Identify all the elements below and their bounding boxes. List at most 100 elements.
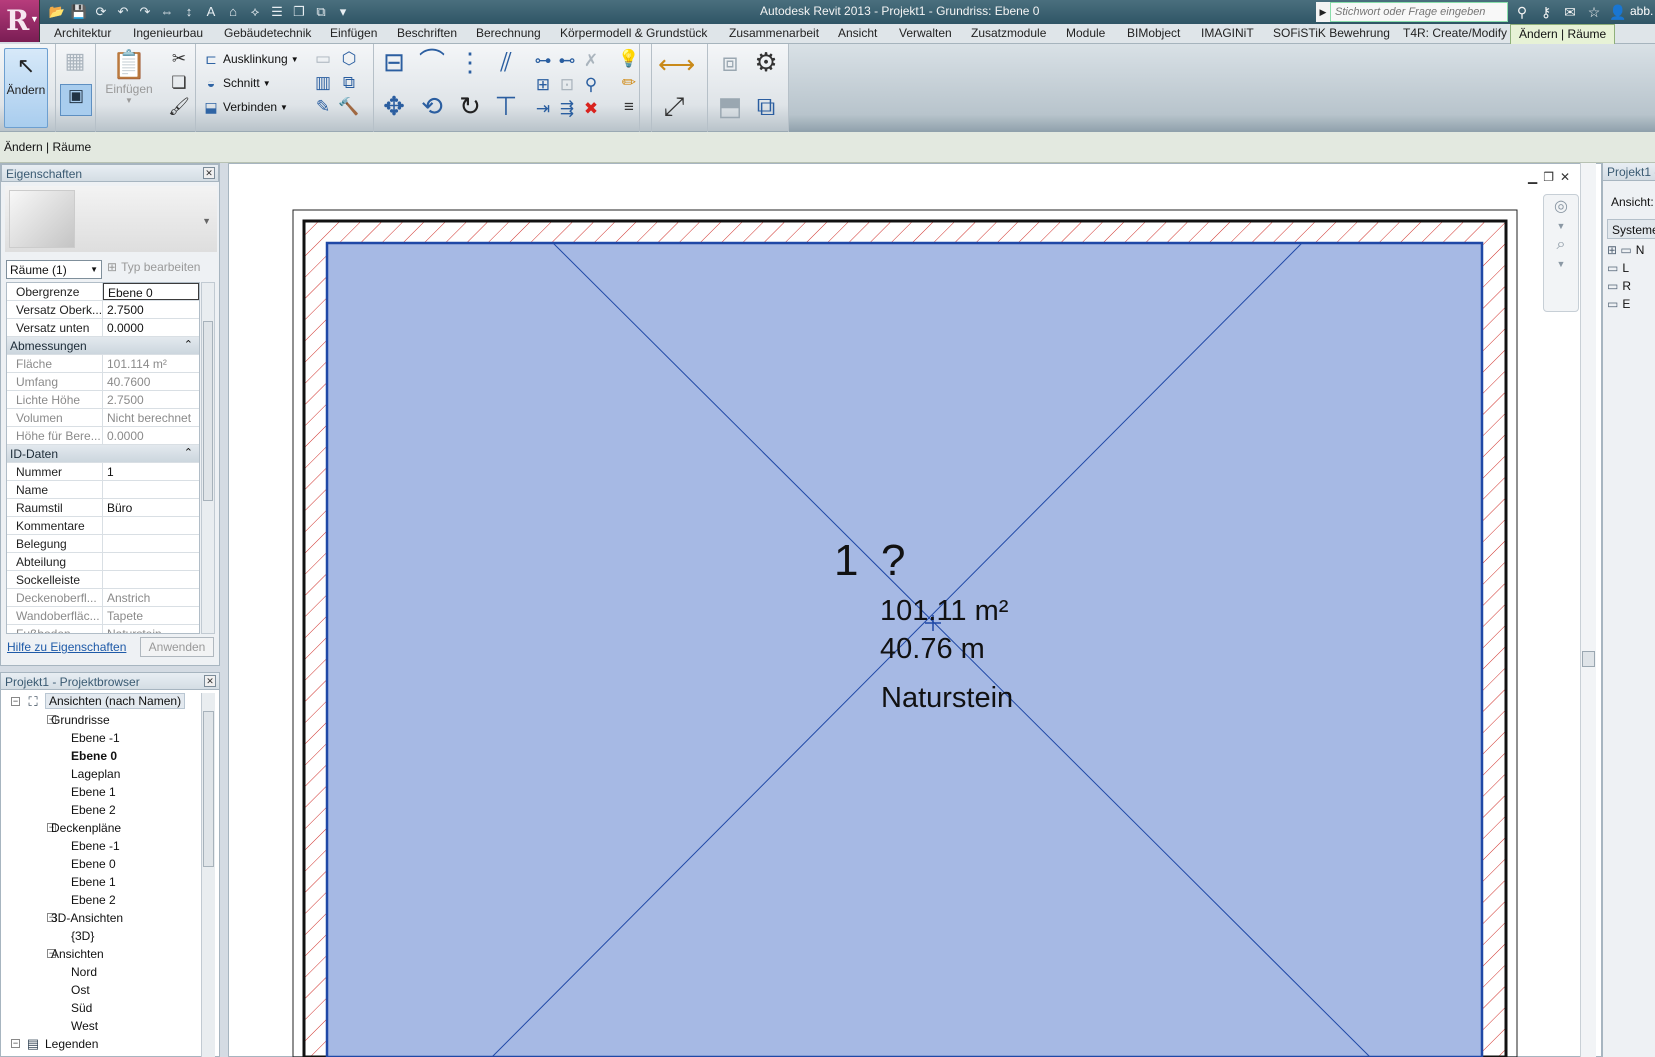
- redo-icon[interactable]: ↷: [136, 3, 154, 21]
- move-icon[interactable]: ✥: [378, 90, 410, 122]
- tree-item[interactable]: Nord: [1, 963, 201, 981]
- paint-icon[interactable]: ▥: [312, 72, 334, 94]
- property-value[interactable]: 0.0000: [103, 319, 199, 336]
- collapse-toggle-icon[interactable]: −: [11, 1039, 20, 1048]
- room-number[interactable]: 1: [834, 536, 858, 585]
- tree-item[interactable]: −3D-Ansichten: [1, 909, 201, 927]
- tree-item[interactable]: Ebene 0: [1, 855, 201, 873]
- split-icon[interactable]: ⊶: [532, 50, 554, 72]
- communication-icon[interactable]: ✉: [1560, 2, 1580, 22]
- tree-item[interactable]: West: [1, 1017, 201, 1035]
- tab-einfügen[interactable]: Einfügen: [330, 26, 377, 40]
- tree-item[interactable]: Ebene -1: [1, 837, 201, 855]
- collapse-icon[interactable]: ⌃: [184, 446, 193, 459]
- system-tree-item[interactable]: ▭ L: [1607, 259, 1644, 277]
- property-value[interactable]: Büro: [103, 499, 199, 516]
- demolish-icon[interactable]: ⧉: [338, 72, 360, 94]
- cut-geometry-button[interactable]: ◒ Schnitt ▼: [202, 74, 271, 92]
- open-icon[interactable]: 📂: [48, 3, 66, 21]
- tab-sofistik-bewehrung[interactable]: SOFiSTiK Bewehrung: [1273, 26, 1390, 40]
- split-face-icon[interactable]: ▭: [312, 48, 334, 70]
- tree-item[interactable]: − ▤ Legenden: [1, 1035, 201, 1053]
- tree-item[interactable]: Süd: [1, 999, 201, 1017]
- chevron-down-icon[interactable]: ▼: [1544, 257, 1578, 271]
- hide-bulb-icon[interactable]: 💡: [618, 48, 640, 70]
- collapse-icon[interactable]: ⌃: [184, 338, 193, 351]
- property-value[interactable]: [103, 535, 199, 552]
- tab-ansicht[interactable]: Ansicht: [838, 26, 877, 40]
- tab-gebäudetechnik[interactable]: Gebäudetechnik: [224, 26, 311, 40]
- tab-zusammenarbeit[interactable]: Zusammenarbeit: [729, 26, 819, 40]
- tab-körpermodell-grundstück[interactable]: Körpermodell & Grundstück: [560, 26, 707, 40]
- chevron-down-icon[interactable]: ▼: [1544, 219, 1578, 233]
- mirror-axis-icon[interactable]: ⋮: [454, 46, 486, 78]
- apply-button[interactable]: Anwenden: [140, 637, 214, 657]
- tree-item[interactable]: Ebene 0: [1, 747, 201, 765]
- type-properties-icon[interactable]: ▦: [64, 50, 86, 72]
- properties-help-link[interactable]: Hilfe zu Eigenschaften: [7, 640, 126, 654]
- override-graphics-icon[interactable]: ✏: [618, 72, 640, 94]
- property-row[interactable]: Name: [7, 481, 199, 499]
- tab-ändern-räume[interactable]: Ändern | Räume: [1510, 24, 1616, 45]
- application-menu-button[interactable]: R ▼: [0, 0, 40, 42]
- property-value[interactable]: 1: [103, 463, 199, 480]
- undo-icon[interactable]: ↶: [114, 3, 132, 21]
- key-icon[interactable]: ⚷: [1536, 2, 1556, 22]
- tree-item[interactable]: Ebene 1: [1, 783, 201, 801]
- tab-bimobject[interactable]: BIMobject: [1127, 26, 1180, 40]
- close-icon[interactable]: ✕: [204, 675, 216, 687]
- sync-icon[interactable]: ⟳: [92, 3, 110, 21]
- scrollbar-thumb[interactable]: [1582, 651, 1595, 667]
- wall-joins-icon[interactable]: ⬡: [338, 48, 360, 70]
- unpin-icon[interactable]: ✗: [580, 50, 602, 72]
- property-value[interactable]: 2.7500: [103, 301, 199, 318]
- property-value[interactable]: [103, 571, 199, 588]
- system-tree-item[interactable]: ⊞ ▭ N: [1607, 241, 1644, 259]
- copy-tool-icon[interactable]: ⟲: [416, 90, 448, 122]
- modify-button[interactable]: ↖ Ändern: [4, 48, 48, 128]
- property-value[interactable]: Ebene 0: [103, 283, 199, 300]
- room-name[interactable]: ?: [881, 536, 905, 585]
- tab-verwalten[interactable]: Verwalten: [899, 26, 952, 40]
- scrollbar-thumb[interactable]: [203, 321, 213, 501]
- linework-icon[interactable]: ≡: [618, 96, 640, 118]
- tab-ingenieurbau[interactable]: Ingenieurbau: [133, 26, 203, 40]
- tree-item[interactable]: − Grundrisse: [1, 711, 201, 729]
- close-hidden-icon[interactable]: ❐: [290, 3, 308, 21]
- zoom-icon[interactable]: ⌕: [1544, 233, 1578, 257]
- tab-architektur[interactable]: Architektur: [54, 26, 111, 40]
- tree-item[interactable]: − Ansichten: [1, 945, 201, 963]
- paste-button[interactable]: 📋 Einfügen ▼: [104, 48, 154, 105]
- create-assembly-icon[interactable]: ⧉: [750, 90, 782, 122]
- trim-icon[interactable]: ⊤: [490, 90, 522, 122]
- property-value[interactable]: [103, 517, 199, 534]
- customize-qat-icon[interactable]: ▾: [334, 3, 352, 21]
- properties-toggle-icon[interactable]: ▣: [60, 84, 92, 116]
- search-expand-icon[interactable]: ▶: [1316, 2, 1330, 22]
- scale-icon[interactable]: ⊡: [556, 74, 578, 96]
- property-row[interactable]: Nummer 1: [7, 463, 199, 481]
- rotate-icon[interactable]: ↻: [454, 90, 486, 122]
- mirror-draw-icon[interactable]: ⫽: [490, 46, 522, 78]
- scrollbar-thumb[interactable]: [203, 711, 214, 867]
- property-row[interactable]: Versatz unten 0.0000: [7, 319, 199, 337]
- tree-item[interactable]: − ⛶ Ansichten (nach Namen): [1, 693, 201, 711]
- join-button[interactable]: ⬓ Verbinden ▼: [202, 98, 288, 116]
- array-icon[interactable]: ⊞: [532, 74, 554, 96]
- measure-icon[interactable]: ⟷: [658, 48, 695, 80]
- minimize-icon[interactable]: ▁: [1528, 170, 1537, 184]
- binoculars-icon[interactable]: ⚲: [1512, 2, 1532, 22]
- tree-item[interactable]: Ebene 2: [1, 891, 201, 909]
- view-scrollbar[interactable]: [1580, 163, 1596, 1057]
- tab-berechnung[interactable]: Berechnung: [476, 26, 541, 40]
- property-row[interactable]: Obergrenze Ebene 0: [7, 283, 199, 301]
- cut-icon[interactable]: ✂: [168, 48, 190, 70]
- property-section[interactable]: Abmessungen ⌃: [7, 337, 199, 355]
- close-icon[interactable]: ✕: [1560, 170, 1570, 184]
- tab-module[interactable]: Module: [1066, 26, 1105, 40]
- collapse-toggle-icon[interactable]: −: [11, 697, 20, 706]
- switch-windows-icon[interactable]: ⧉: [312, 3, 330, 21]
- create-similar-icon[interactable]: ⧈: [714, 46, 746, 78]
- property-row[interactable]: Abteilung: [7, 553, 199, 571]
- tab-zusatzmodule[interactable]: Zusatzmodule: [971, 26, 1046, 40]
